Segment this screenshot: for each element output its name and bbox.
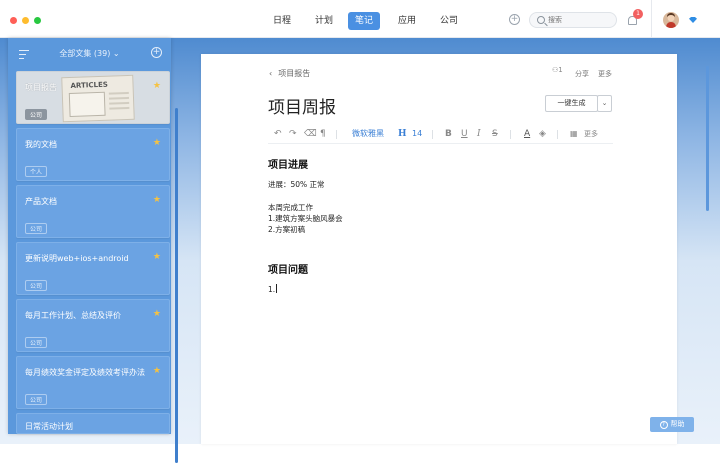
- maximize-window-button[interactable]: [34, 17, 41, 24]
- breadcrumb[interactable]: ‹ 项目报告: [269, 68, 310, 79]
- body-line-with-cursor[interactable]: 1.: [268, 284, 278, 295]
- notebook-tag: 公司: [25, 280, 48, 291]
- star-icon[interactable]: ★: [153, 366, 161, 376]
- notebook-sidebar: 全部文集 (39) ⌄ + ARTICLES 项目报告 ★ 公司 我的文档 ★ …: [8, 38, 178, 463]
- heading-select[interactable]: H: [398, 128, 407, 140]
- note-editor: ‹ 项目报告 ⚇1 分享 更多 项目周报 一键生成 ⌄ ↶ ↷ ⌫ ¶ 微软雅黑 …: [201, 54, 677, 444]
- notebook-tag: 个人: [25, 166, 48, 177]
- collection-selector[interactable]: 全部文集 (39) ⌄: [8, 48, 171, 59]
- generate-button[interactable]: 一键生成: [545, 95, 598, 112]
- nav-tab-apps[interactable]: 应用: [391, 12, 423, 30]
- notebook-tag: 公司: [25, 394, 48, 405]
- help-label: 帮助: [670, 420, 685, 428]
- text-cursor: [276, 284, 278, 293]
- notebook-title: 我的文档: [25, 140, 57, 149]
- star-icon[interactable]: ★: [153, 309, 161, 319]
- body-line[interactable]: 1.建筑方案头脑风暴会: [268, 213, 343, 224]
- undo-icon[interactable]: ↶: [274, 128, 282, 140]
- search-icon: [537, 16, 545, 24]
- app-window: 日程 计划 笔记 应用 公司 + 1 全部文集 (39) ⌄ + ARTICLE…: [0, 0, 720, 463]
- close-window-button[interactable]: [10, 17, 17, 24]
- collaborator-count: 1: [558, 66, 563, 74]
- chevron-down-icon: ⌄: [112, 49, 120, 58]
- eraser-icon[interactable]: ⌫: [304, 128, 317, 140]
- minimize-window-button[interactable]: [22, 17, 29, 24]
- star-icon[interactable]: ★: [153, 81, 161, 91]
- notebook-title: 每月绩效奖金评定及绩效考评办法: [25, 368, 145, 377]
- help-button[interactable]: ? 帮助: [650, 417, 694, 432]
- collection-title: 全部文集 (39): [59, 49, 111, 58]
- format-painter-icon[interactable]: ¶: [320, 128, 326, 140]
- nav-tab-notes[interactable]: 笔记: [348, 12, 381, 30]
- divider: [651, 0, 652, 38]
- notebook-title: 每月工作计划、总结及评价: [25, 311, 121, 320]
- section-heading[interactable]: 项目进展: [268, 156, 308, 171]
- share-button[interactable]: 分享: [575, 69, 589, 79]
- body-line[interactable]: 本周完成工作: [268, 202, 313, 213]
- star-icon[interactable]: ★: [153, 252, 161, 262]
- italic-icon[interactable]: I: [477, 128, 481, 140]
- notebook-title: 项目报告: [25, 83, 57, 92]
- more-button[interactable]: 更多: [598, 69, 612, 79]
- add-icon[interactable]: +: [509, 14, 520, 25]
- table-icon[interactable]: ▦: [570, 128, 578, 140]
- font-family-select[interactable]: 微软雅黑: [352, 128, 384, 140]
- notebook-card[interactable]: 更新说明web+ios+android ★ 公司: [16, 242, 170, 295]
- notebook-card[interactable]: 我的文档 ★ 个人: [16, 128, 170, 181]
- notebook-tag: 公司: [25, 109, 48, 120]
- redo-icon[interactable]: ↷: [289, 128, 297, 140]
- font-size-select[interactable]: 14: [412, 128, 422, 140]
- highlight-icon[interactable]: ◈: [539, 128, 546, 140]
- body-line[interactable]: 2.方案初稿: [268, 224, 305, 235]
- top-bar: 日程 计划 笔记 应用 公司 + 1: [0, 0, 720, 38]
- toolbar-more-button[interactable]: 更多: [584, 128, 598, 140]
- format-toolbar: ↶ ↷ ⌫ ¶ 微软雅黑 H 14 B U I S A ◈ ▦ 更多: [268, 126, 613, 144]
- generate-dropdown[interactable]: ⌄: [597, 95, 612, 112]
- star-icon[interactable]: ★: [153, 138, 161, 148]
- chevron-down-icon: ⌄: [601, 99, 608, 107]
- sidebar-header: 全部文集 (39) ⌄ +: [8, 38, 171, 70]
- question-icon: ?: [659, 421, 668, 429]
- section-heading[interactable]: 项目问题: [268, 261, 308, 276]
- nav-tab-schedule[interactable]: 日程: [266, 12, 298, 30]
- chevron-left-icon: ‹: [269, 69, 273, 78]
- breadcrumb-label: 项目报告: [278, 69, 311, 78]
- sidebar-scrollbar[interactable]: [175, 108, 178, 463]
- notebook-card[interactable]: ARTICLES 项目报告 ★ 公司: [16, 71, 170, 124]
- notebook-title: 日常活动计划: [25, 422, 73, 431]
- notebook-title: 更新说明web+ios+android: [25, 254, 129, 263]
- search-input[interactable]: [548, 14, 614, 26]
- vip-diamond-icon[interactable]: [689, 17, 697, 23]
- avatar[interactable]: [663, 12, 679, 28]
- progress-line[interactable]: 进展：50% 正常: [268, 179, 325, 190]
- notebook-card[interactable]: 每月绩效奖金评定及绩效考评办法 ★ 公司: [16, 356, 170, 409]
- collaborators-button[interactable]: ⚇1: [552, 66, 563, 74]
- font-color-icon[interactable]: A: [524, 128, 530, 140]
- notebook-card[interactable]: 每月工作计划、总结及评价 ★ 公司: [16, 299, 170, 352]
- notebook-title: 产品文档: [25, 197, 57, 206]
- underline-icon[interactable]: U: [461, 128, 468, 140]
- notebook-card[interactable]: 日常活动计划: [16, 413, 170, 434]
- notebook-tag: 公司: [25, 223, 48, 234]
- page-scrollbar[interactable]: [706, 66, 709, 211]
- star-icon[interactable]: ★: [153, 195, 161, 205]
- search-box[interactable]: [529, 12, 617, 28]
- document-title[interactable]: 项目周报: [268, 93, 336, 118]
- add-notebook-icon[interactable]: +: [151, 47, 162, 58]
- nav-tab-plan[interactable]: 计划: [308, 12, 340, 30]
- strikethrough-icon[interactable]: S: [492, 128, 498, 140]
- notebook-card[interactable]: 产品文档 ★ 公司: [16, 185, 170, 238]
- nav-tab-company[interactable]: 公司: [433, 12, 465, 30]
- notification-badge: 1: [633, 9, 643, 19]
- body-line: 1.: [268, 285, 276, 294]
- notebook-tag: 公司: [25, 337, 48, 348]
- bold-icon[interactable]: B: [445, 128, 452, 140]
